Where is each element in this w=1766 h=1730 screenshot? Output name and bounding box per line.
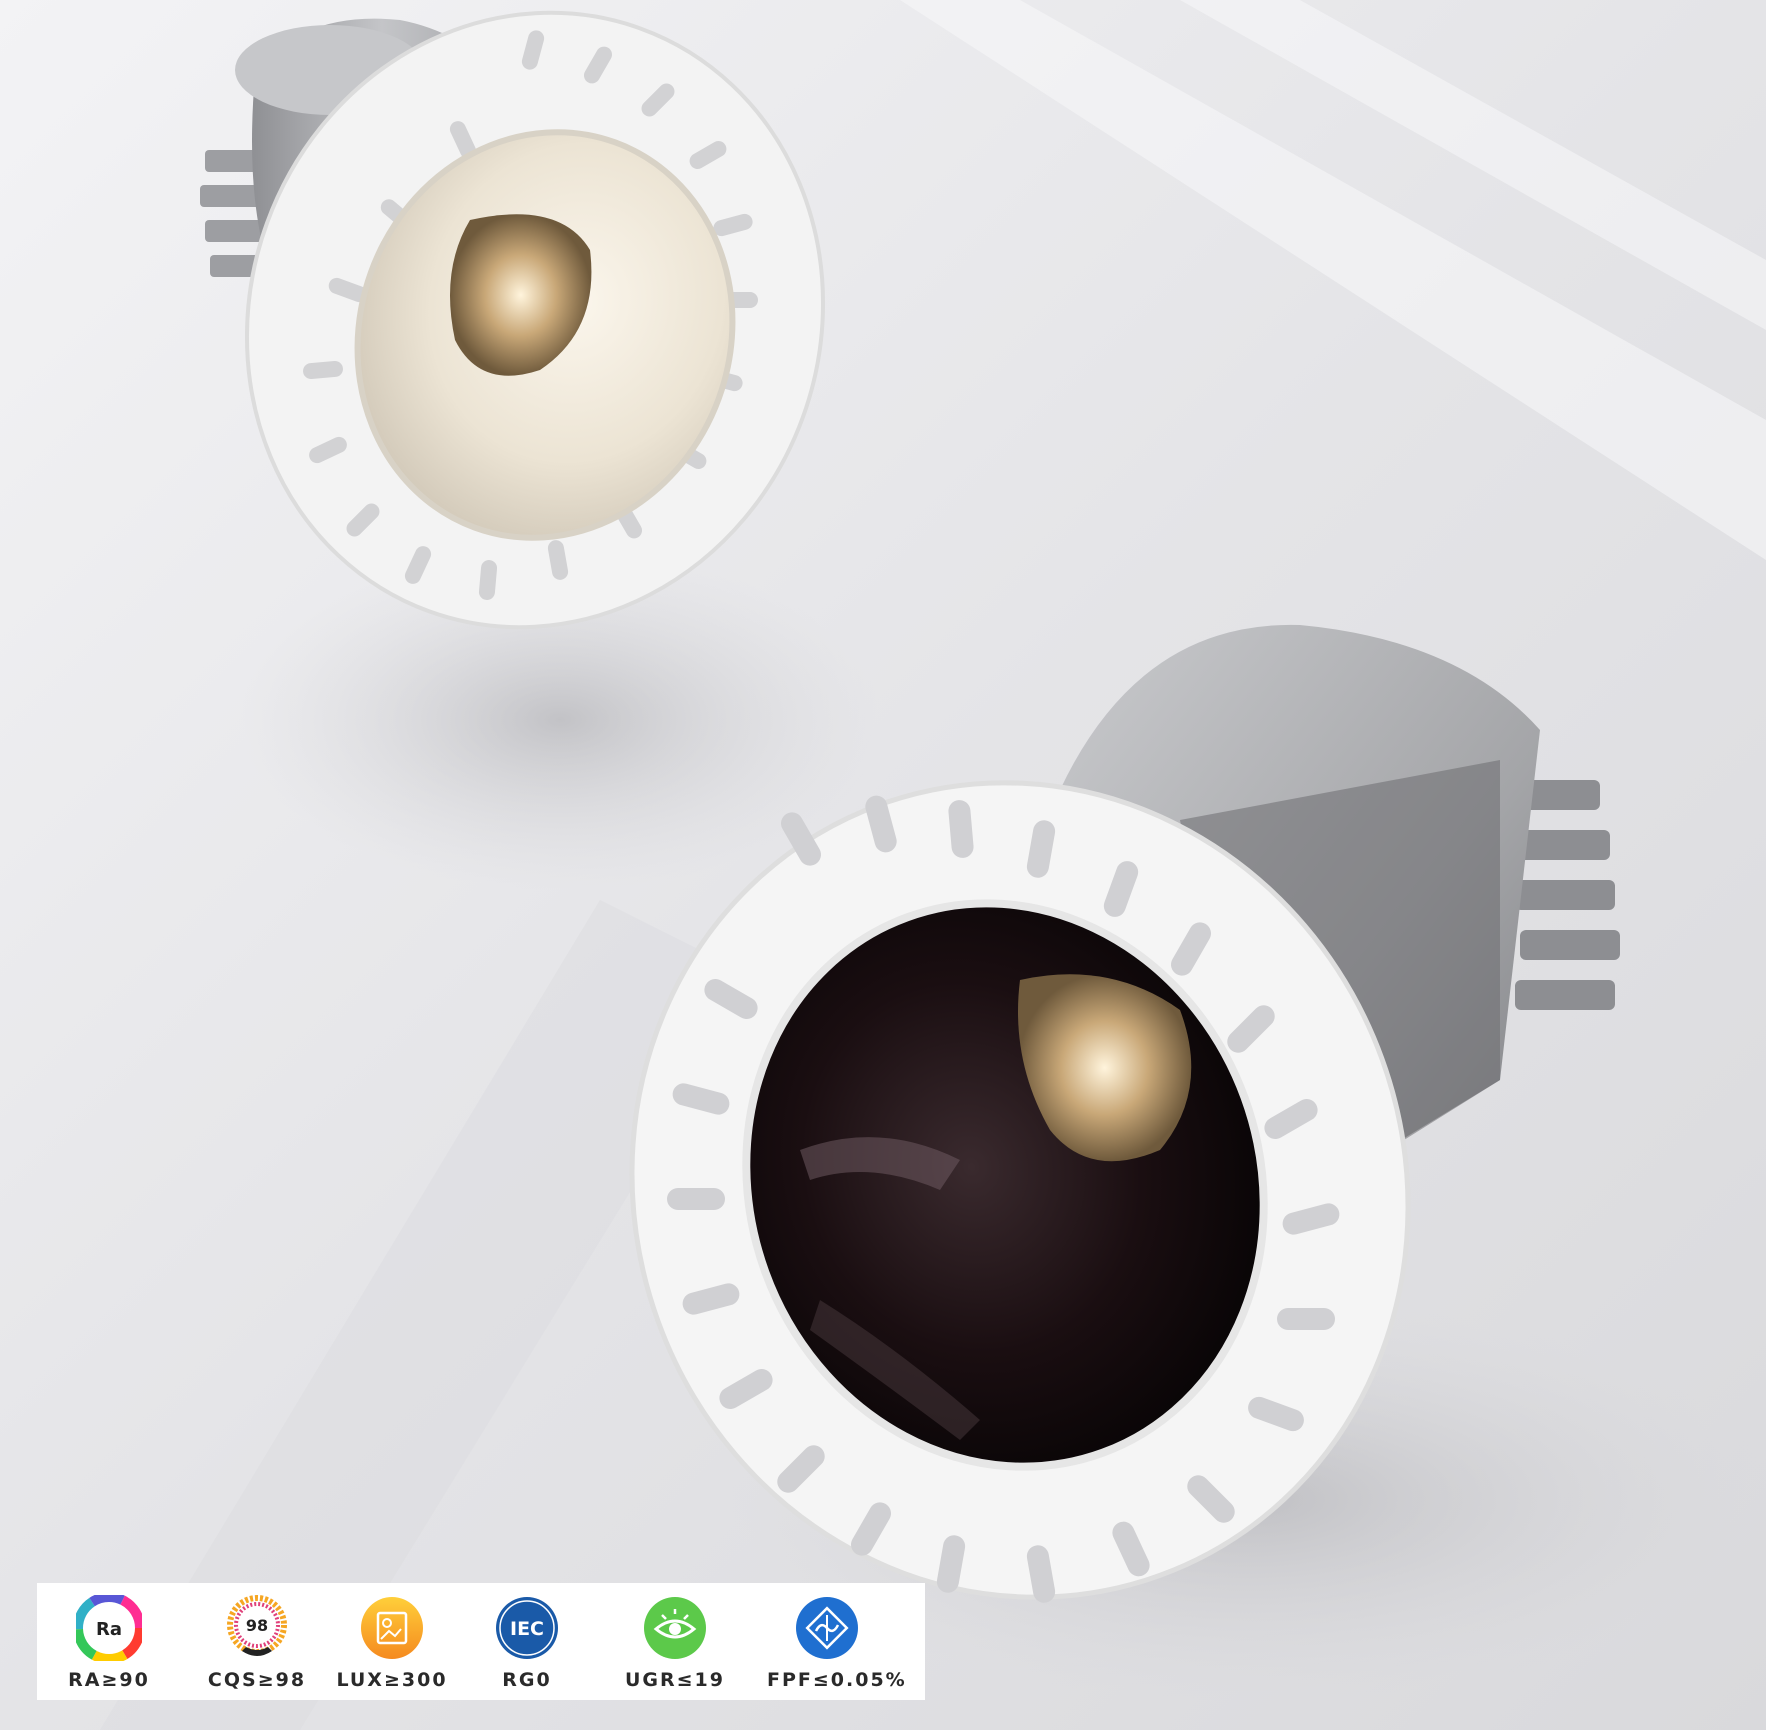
- badge-cqs: 98 CQS≥98: [197, 1595, 317, 1695]
- badge-ugr: UGR≤19: [615, 1595, 735, 1695]
- badge-label-lux: LUX≥300: [336, 1669, 448, 1691]
- ra-color-wheel-icon: Ra: [76, 1595, 142, 1661]
- lux-document-icon: [361, 1597, 423, 1659]
- badge-label-rg0: RG0: [502, 1669, 552, 1691]
- ra-icon-text: Ra: [96, 1619, 122, 1640]
- badge-rg0: IEC RG0: [467, 1595, 587, 1695]
- badge-label-ugr: UGR≤19: [624, 1669, 725, 1691]
- badge-label-ra: RA≥90: [68, 1669, 150, 1691]
- flicker-wave-icon: [796, 1597, 858, 1659]
- iec-logo-icon: IEC: [496, 1597, 558, 1659]
- product-photo: [0, 0, 1766, 1730]
- cqs-icon-text: 98: [246, 1616, 268, 1635]
- eye-glare-icon: [644, 1597, 706, 1659]
- badge-fpf: FPF≤0.05%: [767, 1595, 907, 1695]
- cqs-98-color-icon: 98: [227, 1595, 287, 1656]
- badge-label-cqs: CQS≥98: [207, 1669, 307, 1691]
- badge-label-fpf: FPF≤0.05%: [767, 1669, 907, 1691]
- iec-icon-text: IEC: [510, 1618, 544, 1640]
- badge-lux: LUX≥300: [332, 1595, 452, 1695]
- badge-ra: Ra RA≥90: [49, 1595, 169, 1695]
- spec-badge-strip: Ra RA≥90 98 CQS≥98 LUX≥300 IEC RG0 UGR≤1…: [37, 1583, 925, 1700]
